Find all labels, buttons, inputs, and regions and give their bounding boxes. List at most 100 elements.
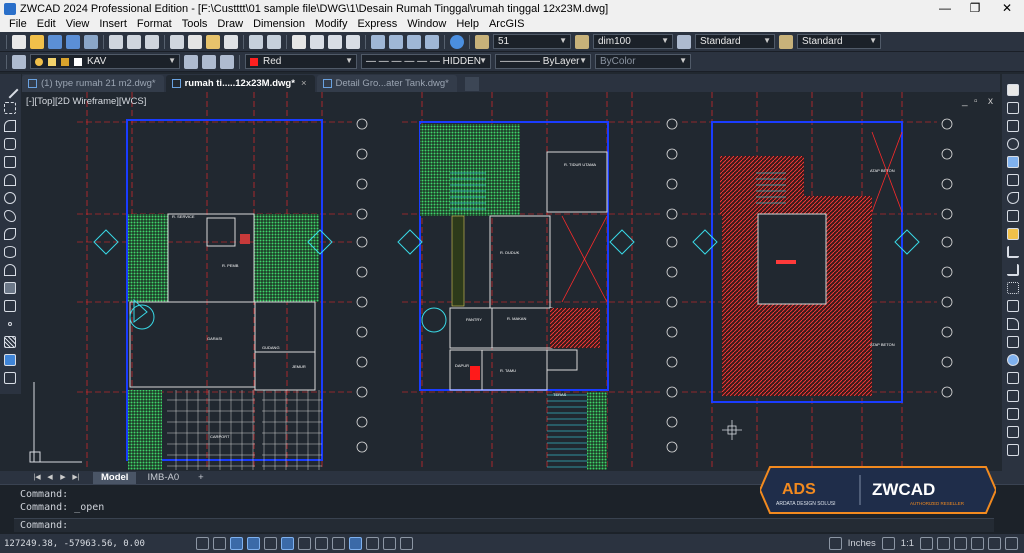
- measure-icon[interactable]: [1007, 426, 1019, 438]
- menu-dimension[interactable]: Dimension: [248, 17, 310, 32]
- help-icon[interactable]: [450, 34, 464, 49]
- drawing-canvas[interactable]: R. SERVICE R. PEMB GARASI GUDANG JEMUR C…: [22, 92, 1002, 470]
- next-layout-icon[interactable]: ▶: [58, 473, 68, 483]
- make-block-icon[interactable]: [4, 300, 16, 312]
- layer-dropdown[interactable]: KAV ▼: [30, 54, 180, 69]
- chamfer-icon[interactable]: [1007, 336, 1019, 348]
- close-button[interactable]: ✕: [992, 0, 1022, 17]
- insert-block-icon[interactable]: [4, 282, 16, 294]
- trim-icon[interactable]: [1007, 246, 1019, 258]
- viewport-restore-button[interactable]: ▫: [974, 96, 978, 107]
- menu-tools[interactable]: Tools: [177, 17, 213, 32]
- menu-file[interactable]: File: [4, 17, 32, 32]
- clean-screen-icon[interactable]: [1005, 537, 1018, 550]
- lineweight-display-icon[interactable]: [315, 537, 328, 550]
- menu-express[interactable]: Express: [352, 17, 402, 32]
- stretch-icon[interactable]: [1007, 228, 1019, 240]
- ortho-mode-icon[interactable]: [230, 537, 243, 550]
- zoom-window-icon[interactable]: [328, 34, 342, 49]
- tool-palettes-icon[interactable]: [407, 34, 421, 49]
- save-as-icon[interactable]: [66, 34, 80, 49]
- sheet-set-icon[interactable]: [84, 34, 98, 49]
- paste-icon[interactable]: [206, 34, 220, 49]
- viewport-controls-label[interactable]: [-][Top][2D Wireframe][WCS]: [26, 96, 146, 107]
- polygon-icon[interactable]: [4, 138, 16, 150]
- table-style-icon[interactable]: [677, 34, 691, 49]
- match-properties-icon[interactable]: [224, 34, 238, 49]
- minimize-button[interactable]: —: [930, 0, 960, 17]
- tab-imb-a0[interactable]: IMB-A0: [139, 472, 187, 484]
- table-icon[interactable]: [4, 372, 16, 384]
- arc-icon[interactable]: [4, 174, 16, 186]
- isolate-objects-icon[interactable]: [971, 537, 984, 550]
- properties-icon[interactable]: [371, 34, 385, 49]
- restore-button[interactable]: ❐: [960, 0, 990, 17]
- print-preview-icon[interactable]: [127, 34, 141, 49]
- align-icon[interactable]: [1007, 390, 1019, 402]
- join-icon[interactable]: [1007, 300, 1019, 312]
- print-icon[interactable]: [109, 34, 123, 49]
- menu-format[interactable]: Format: [132, 17, 177, 32]
- doc-tab-rumah-tinggal[interactable]: rumah ti.....12x23M.dwg* ×: [165, 75, 315, 92]
- dynamic-input-icon[interactable]: [298, 537, 311, 550]
- menu-insert[interactable]: Insert: [94, 17, 132, 32]
- move-icon[interactable]: [1007, 174, 1019, 186]
- gradient-icon[interactable]: [4, 354, 16, 366]
- rotate-icon[interactable]: [1007, 192, 1019, 204]
- new-file-icon[interactable]: [12, 34, 26, 49]
- first-layout-icon[interactable]: |◀: [32, 473, 42, 483]
- explode-icon[interactable]: [1007, 354, 1019, 366]
- offset-icon[interactable]: [1007, 138, 1019, 150]
- menu-draw[interactable]: Draw: [212, 17, 248, 32]
- menu-modify[interactable]: Modify: [310, 17, 352, 32]
- quick-properties-icon[interactable]: [349, 537, 362, 550]
- viewport-close-button[interactable]: x: [988, 96, 993, 107]
- polyline-icon[interactable]: [4, 120, 16, 132]
- annotation-scale-value[interactable]: 1:1: [901, 538, 914, 549]
- edit-polyline-icon[interactable]: [1007, 444, 1019, 456]
- transparency-icon[interactable]: [332, 537, 345, 550]
- array-icon[interactable]: [1007, 156, 1019, 168]
- command-input[interactable]: Command:: [14, 518, 994, 532]
- erase-icon[interactable]: [1007, 84, 1019, 96]
- pan-icon[interactable]: [292, 34, 306, 49]
- linetype-dropdown[interactable]: — — — — — — HIDDEN ▼: [361, 54, 491, 69]
- menu-window[interactable]: Window: [402, 17, 451, 32]
- copy-object-icon[interactable]: [1007, 102, 1019, 114]
- extend-icon[interactable]: [1007, 264, 1019, 276]
- polar-tracking-icon[interactable]: [247, 537, 260, 550]
- add-layout-button[interactable]: +: [190, 472, 212, 484]
- circle-icon[interactable]: [4, 192, 16, 204]
- color-dropdown[interactable]: Red ▼: [245, 54, 357, 69]
- doc-tab-detail-water-tank[interactable]: Detail Gro...ater Tank.dwg*: [316, 75, 457, 92]
- construction-line-icon[interactable]: [4, 102, 16, 114]
- plot-style-dropdown[interactable]: ByColor ▼: [595, 54, 691, 69]
- break-icon[interactable]: [1007, 282, 1019, 294]
- annotation-monitor-icon[interactable]: [383, 537, 396, 550]
- annotation-visibility-icon[interactable]: [920, 537, 933, 550]
- menu-edit[interactable]: Edit: [32, 17, 61, 32]
- grid-display-icon[interactable]: [213, 537, 226, 550]
- doc-tab-type-rumah[interactable]: (1) type rumah 21 m2.dwg*: [22, 75, 164, 92]
- point-icon[interactable]: [8, 322, 12, 326]
- scale-icon[interactable]: [1007, 210, 1019, 222]
- ellipse-arc-icon[interactable]: [4, 264, 16, 276]
- dimension-style-dropdown[interactable]: dim100 ▼: [593, 34, 673, 49]
- calculator-icon[interactable]: [425, 34, 439, 49]
- previous-layout-icon[interactable]: ◀: [45, 473, 55, 483]
- object-snap-icon[interactable]: [264, 537, 277, 550]
- snap-mode-icon[interactable]: [196, 537, 209, 550]
- open-folder-icon[interactable]: [30, 34, 44, 49]
- revision-cloud-icon[interactable]: [4, 210, 16, 222]
- object-snap-tracking-icon[interactable]: [281, 537, 294, 550]
- close-tab-icon[interactable]: ×: [301, 75, 307, 92]
- selection-cycling-icon[interactable]: [366, 537, 379, 550]
- mirror-icon[interactable]: [1007, 120, 1019, 132]
- text-style-dropdown[interactable]: 51 ▼: [493, 34, 571, 49]
- text-style-icon[interactable]: [475, 34, 489, 49]
- menu-view[interactable]: View: [61, 17, 95, 32]
- workspace-switch-icon[interactable]: [937, 537, 950, 550]
- layer-previous-icon[interactable]: [202, 54, 216, 69]
- table-style-dropdown[interactable]: Standard ▼: [695, 34, 775, 49]
- units-value[interactable]: Inches: [848, 538, 876, 549]
